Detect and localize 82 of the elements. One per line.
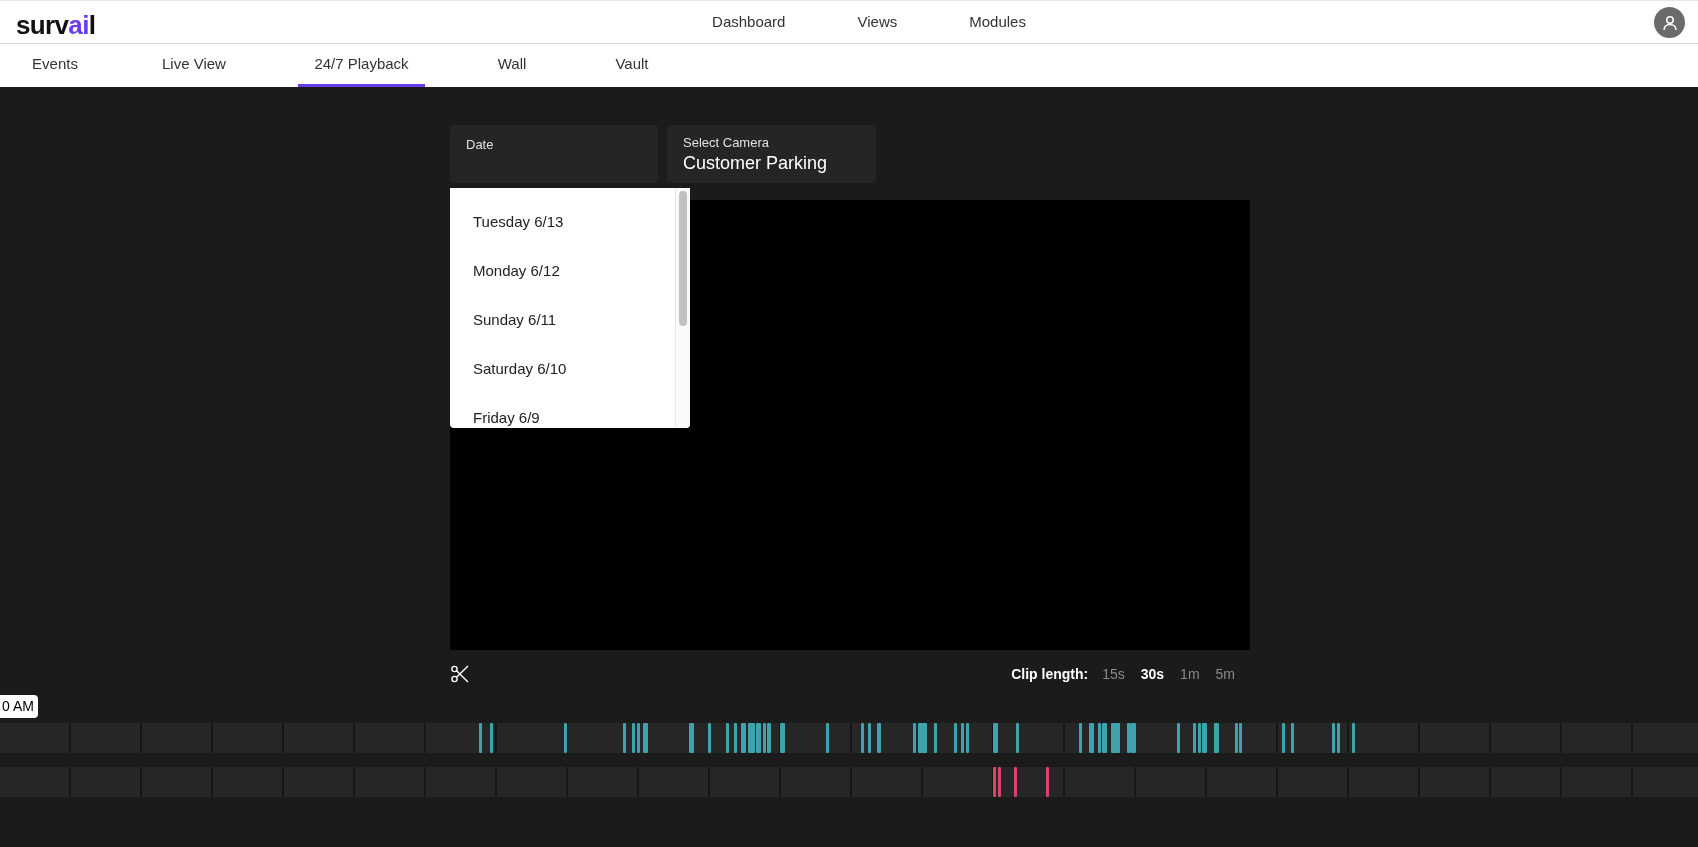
event-marker[interactable] (1089, 723, 1094, 753)
logo[interactable]: survail (16, 6, 96, 45)
clip-length-label: Clip length: (1011, 664, 1089, 684)
event-marker[interactable] (1079, 723, 1082, 753)
event-marker[interactable] (961, 723, 964, 753)
event-marker[interactable] (1282, 723, 1285, 753)
dropdown-option[interactable]: Saturday 6/10 (450, 345, 675, 394)
event-marker[interactable] (918, 723, 927, 753)
clip-length-option[interactable]: 5m (1215, 663, 1235, 685)
event-marker[interactable] (1046, 767, 1049, 797)
event-marker[interactable] (998, 767, 1001, 797)
event-marker[interactable] (756, 723, 761, 753)
dropdown-option[interactable]: Sunday 6/11 (450, 296, 675, 345)
dropdown-option[interactable]: Friday 6/9 (450, 394, 675, 428)
event-marker[interactable] (780, 723, 785, 753)
event-marker[interactable] (689, 723, 694, 753)
event-marker[interactable] (490, 723, 493, 753)
scrollbar-thumb[interactable] (679, 191, 687, 326)
event-marker[interactable] (1202, 723, 1207, 753)
event-marker[interactable] (1193, 723, 1196, 753)
event-marker[interactable] (1214, 723, 1219, 753)
event-marker[interactable] (993, 767, 996, 797)
event-marker[interactable] (1127, 723, 1131, 753)
event-marker[interactable] (868, 723, 871, 753)
event-marker[interactable] (826, 723, 829, 753)
event-marker[interactable] (1332, 723, 1335, 753)
event-marker[interactable] (632, 723, 635, 753)
event-marker[interactable] (861, 723, 864, 753)
event-marker[interactable] (1131, 723, 1136, 753)
date-field[interactable]: Date (450, 125, 658, 183)
clip-length-option[interactable]: 15s (1102, 663, 1125, 685)
tab[interactable]: Events (0, 44, 110, 87)
event-marker[interactable] (966, 723, 969, 753)
event-marker[interactable] (877, 723, 881, 753)
tab[interactable]: 24/7 Playback (298, 44, 425, 87)
event-marker[interactable] (748, 723, 755, 753)
scissors-icon[interactable] (450, 664, 470, 684)
event-marker[interactable] (1016, 723, 1019, 753)
timeline-track[interactable] (0, 723, 1698, 753)
field-label: Date (466, 136, 495, 154)
tab[interactable]: Live View (110, 44, 278, 87)
user-avatar-icon[interactable] (1654, 7, 1685, 38)
event-marker[interactable] (934, 723, 937, 753)
tab[interactable]: Vault (599, 44, 665, 87)
event-marker[interactable] (637, 723, 640, 753)
event-marker[interactable] (708, 723, 711, 753)
event-marker[interactable] (1337, 723, 1340, 753)
event-marker[interactable] (1239, 723, 1242, 753)
event-marker[interactable] (1177, 723, 1180, 753)
event-marker[interactable] (913, 723, 916, 753)
event-marker[interactable] (763, 723, 766, 753)
event-marker[interactable] (479, 723, 482, 753)
dropdown-option[interactable]: Monday 6/12 (450, 247, 675, 296)
event-marker[interactable] (741, 723, 746, 753)
event-marker[interactable] (623, 723, 626, 753)
clip-length-option[interactable]: 30s (1140, 663, 1165, 685)
camera-select[interactable]: Select Camera Customer Parking (667, 125, 876, 183)
clip-length-option[interactable]: 1m (1180, 663, 1200, 685)
event-marker[interactable] (993, 723, 998, 753)
event-marker[interactable] (1235, 723, 1238, 753)
event-marker[interactable] (1111, 723, 1120, 753)
event-marker[interactable] (1352, 723, 1355, 753)
dropdown-option[interactable]: Tuesday 6/13 (450, 198, 675, 247)
nav-link[interactable]: Modules (969, 10, 1026, 34)
event-marker[interactable] (1198, 723, 1201, 753)
event-marker[interactable] (1102, 723, 1107, 753)
event-marker[interactable] (767, 723, 771, 753)
event-marker[interactable] (734, 723, 737, 753)
event-marker[interactable] (1291, 723, 1294, 753)
event-marker[interactable] (1098, 723, 1101, 753)
tab[interactable]: Wall (425, 44, 599, 87)
event-marker[interactable] (954, 723, 957, 753)
timeline-track[interactable] (0, 767, 1698, 797)
event-marker[interactable] (726, 723, 729, 753)
nav-link[interactable]: Dashboard (712, 10, 786, 34)
time-label: 0 AM (0, 695, 38, 718)
field-value: Customer Parking (683, 152, 829, 175)
field-label: Select Camera (683, 135, 770, 150)
event-marker[interactable] (643, 723, 648, 753)
nav-link[interactable]: Views (857, 10, 898, 34)
event-marker[interactable] (1014, 767, 1017, 797)
event-marker[interactable] (564, 723, 567, 753)
